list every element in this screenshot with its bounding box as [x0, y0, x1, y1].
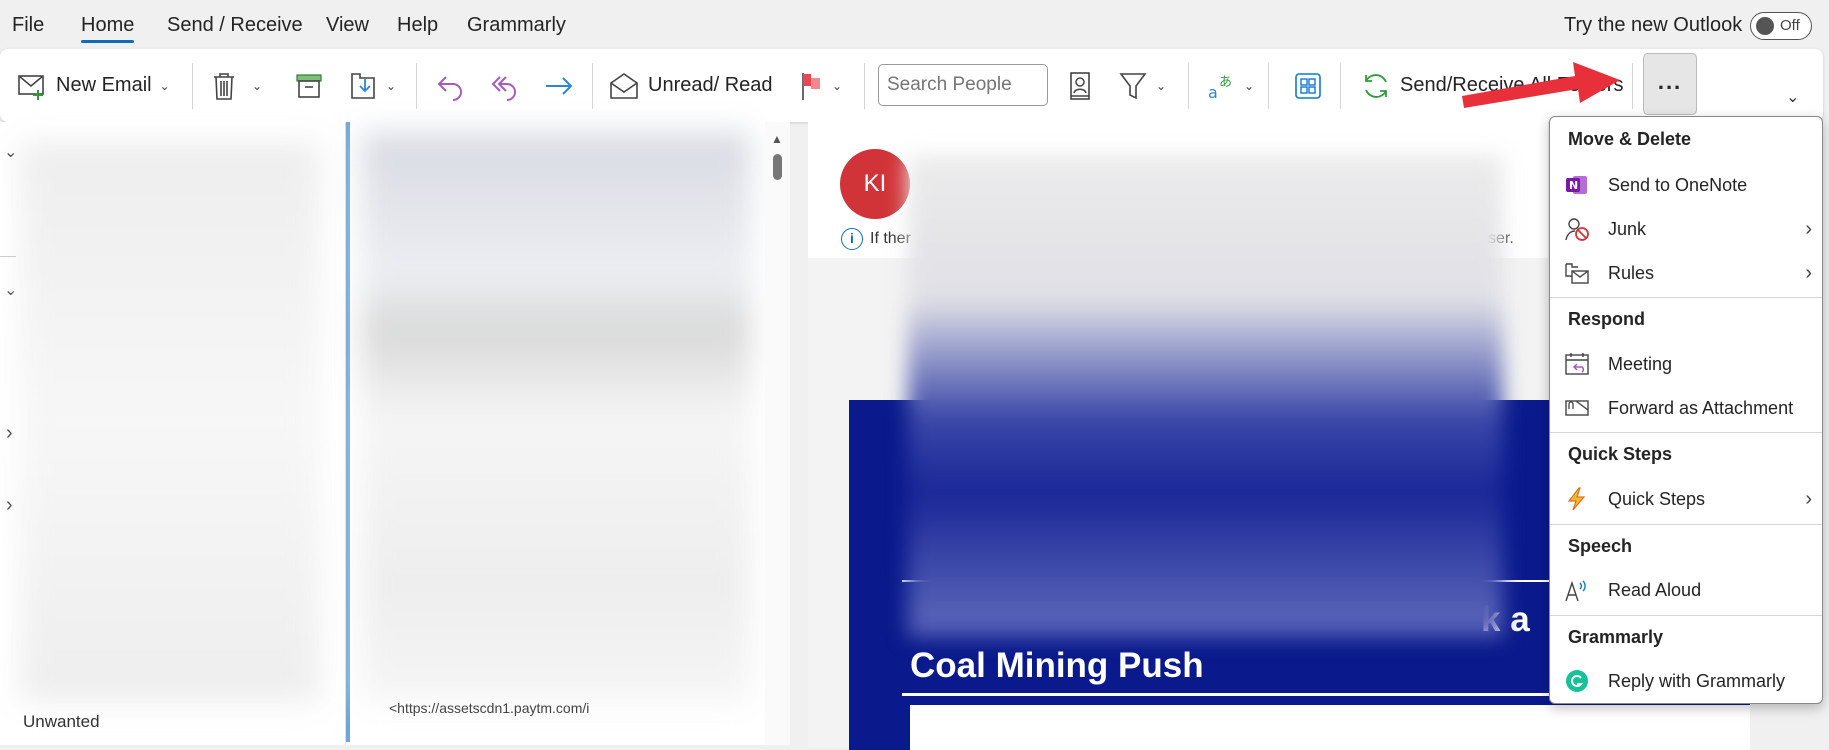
menu-item-label: Read Aloud — [1608, 579, 1702, 600]
meeting-icon — [1564, 351, 1590, 377]
menu-item-send-to-onenote[interactable]: N Send to OneNote — [1564, 167, 1812, 203]
menu-divider — [1550, 615, 1822, 616]
menu-section-grammarly: Grammarly — [1568, 627, 1664, 647]
menu-section-quick-steps: Quick Steps — [1568, 444, 1673, 464]
junk-icon — [1564, 216, 1590, 242]
menu-item-rules[interactable]: Rules › — [1564, 255, 1812, 291]
forward-attachment-icon — [1564, 395, 1590, 421]
menu-item-label: Meeting — [1608, 353, 1673, 374]
arrow-to-more-button — [1462, 62, 1620, 108]
lightning-icon — [1564, 486, 1590, 512]
more-options-menu: Move & Delete N Send to OneNote Junk › R… — [1549, 116, 1823, 704]
svg-text:N: N — [1569, 179, 1578, 192]
menu-item-read-aloud[interactable]: Read Aloud — [1564, 572, 1812, 608]
menu-section-move-delete: Move & Delete — [1568, 129, 1692, 149]
rules-icon — [1564, 260, 1590, 286]
menu-item-label: Junk — [1608, 218, 1647, 239]
menu-section-speech: Speech — [1568, 536, 1633, 556]
chevron-right-icon: › — [1805, 217, 1812, 240]
menu-item-meeting[interactable]: Meeting — [1564, 346, 1812, 382]
read-aloud-icon — [1564, 577, 1590, 603]
chevron-right-icon: › — [1805, 487, 1812, 510]
menu-item-forward-as-attachment[interactable]: Forward as Attachment — [1564, 390, 1812, 426]
menu-divider — [1550, 524, 1822, 525]
menu-section-respond: Respond — [1568, 309, 1646, 329]
grammarly-icon — [1564, 668, 1590, 694]
menu-item-label: Send to OneNote — [1608, 174, 1748, 195]
menu-item-label: Forward as Attachment — [1608, 397, 1794, 418]
menu-divider — [1550, 432, 1822, 433]
menu-item-label: Quick Steps — [1608, 488, 1706, 509]
menu-item-quick-steps[interactable]: Quick Steps › — [1564, 481, 1812, 517]
chevron-right-icon: › — [1805, 261, 1812, 284]
menu-item-label: Reply with Grammarly — [1608, 670, 1786, 691]
menu-item-junk[interactable]: Junk › — [1564, 211, 1812, 247]
onenote-icon: N — [1564, 172, 1590, 198]
menu-item-reply-with-grammarly[interactable]: Reply with Grammarly — [1564, 663, 1812, 699]
menu-item-label: Rules — [1608, 262, 1655, 283]
menu-divider — [1550, 297, 1822, 298]
